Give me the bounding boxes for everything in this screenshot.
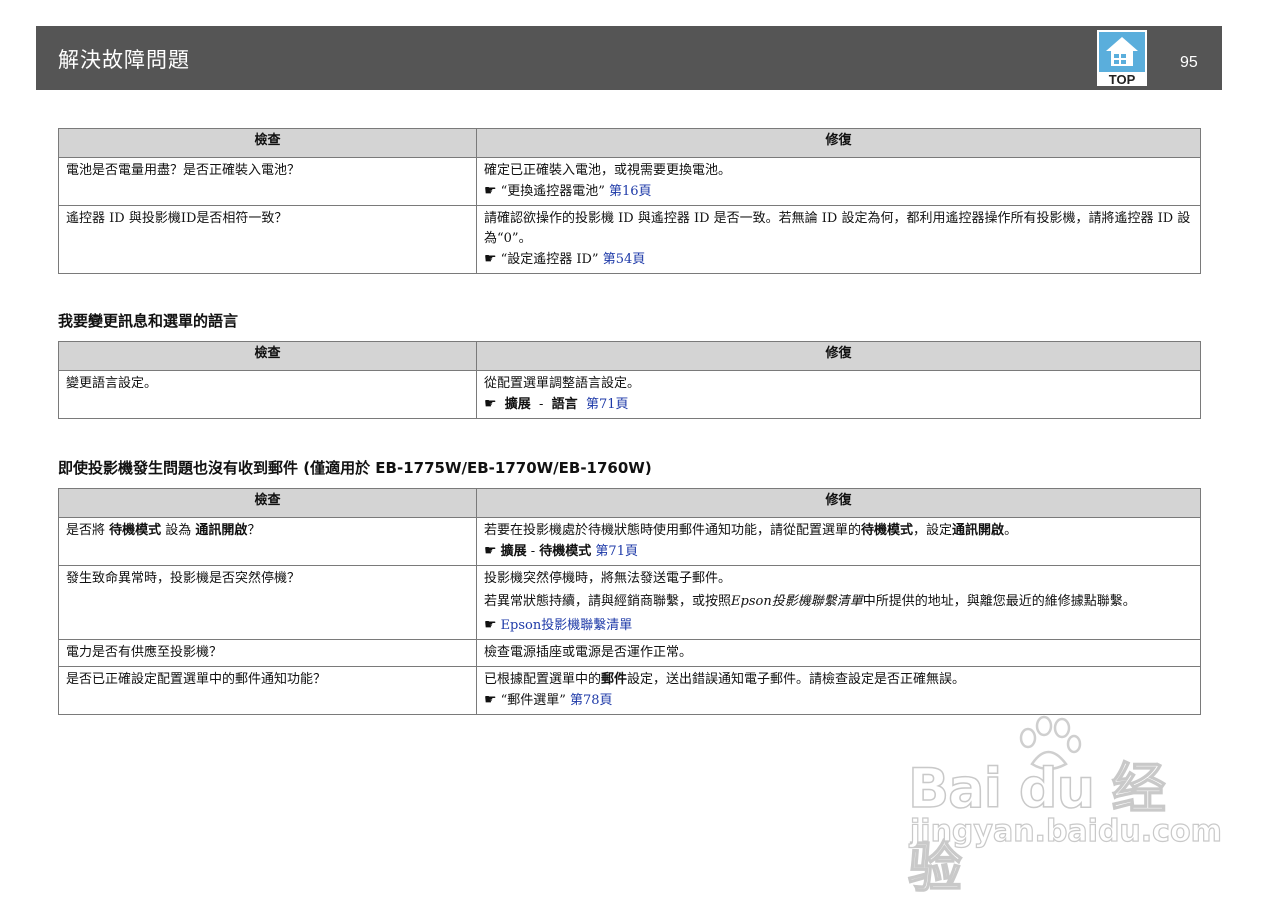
check-cell: 電力是否有供應至投影機？ [58,639,477,667]
troubleshoot-table-remote: 檢查 修復 電池是否電量用盡？是否正確裝入電池？ 確定已正確裝入電池，或視需要更… [58,128,1201,274]
fix-cell: 請確認欲操作的投影機 ID 與遙控器 ID 是否一致。若無論 ID 設定為何，都… [476,205,1201,274]
column-header-fix: 修復 [476,128,1201,158]
table-row: 是否將 待機模式 設為 通訊開啟？ 若要在投影機處於待機狀態時使用郵件通知功能，… [58,517,1201,566]
fix-cell: 確定已正確裝入電池，或視需要更換電池。 ☛ “更換遙控器電池” 第16頁 [476,157,1201,206]
fix-text-part: 設定，送出錯誤通知電子郵件。請檢查設定是否正確無誤。 [627,672,966,687]
troubleshoot-table-mail: 檢查 修復 是否將 待機模式 設為 通訊開啟？ 若要在投影機處於待機狀態時使用郵… [58,488,1201,715]
menu-name: 擴展 [500,544,527,559]
table-row: 是否已正確設定配置選單中的郵件通知功能？ 已根據配置選單中的郵件設定，送出錯誤通… [58,666,1201,715]
fix-text-part: 。 [1004,523,1018,538]
reference-line: ☛ 擴展 - 待機模式 第71頁 [484,541,1193,562]
page-link[interactable]: 第54頁 [603,252,646,267]
menu-name: 語言 [551,397,578,412]
column-header-check: 檢查 [58,341,477,371]
page-link[interactable]: 第16頁 [609,184,652,199]
page-number: 95 [1180,54,1198,71]
fix-text-part: 中所提供的地址，與離您最近的維修據點聯繫。 [862,594,1136,609]
section-title-language: 我要變更訊息和選單的語言 [58,312,239,330]
reference-line: ☛ “郵件選單” 第78頁 [484,690,1193,711]
menu-separator: - [538,397,544,412]
fix-text: 若異常狀態持續，請與經銷商聯繫，或按照Epson投影機聯繫清單中所提供的地址，與… [484,592,1193,612]
page-title: 解決故障問題 [58,48,190,72]
reference-quote: “郵件選單” [500,693,566,708]
reference-quote: “設定遙控器 ID” [500,252,599,267]
watermark-url: jingyan.baidu.com [909,813,1222,849]
menu-name: 通訊開啟 [952,523,1005,538]
fix-text-part: 若異常狀態持續，請與經銷商聯繫，或按照 [484,594,732,609]
menu-name: 通訊開啟 [195,523,248,538]
menu-name: 待機模式 [109,523,162,538]
page-header: 解決故障問題 TOP 95 [36,26,1222,90]
check-text: 設為 [161,523,196,538]
column-header-check: 檢查 [58,128,477,158]
fix-text: 投影機突然停機時，將無法發送電子郵件。 [484,571,732,586]
table-row: 遙控器 ID 與投影機ID是否相符一致？ 請確認欲操作的投影機 ID 與遙控器 … [58,205,1201,274]
check-text: ？ [247,523,261,538]
pointing-hand-icon: ☛ [484,617,497,633]
check-cell: 變更語言設定。 [58,370,477,419]
check-cell: 遙控器 ID 與投影機ID是否相符一致？ [58,205,477,274]
reference-quote: “更換遙控器電池” [500,184,605,199]
document-title: Epson投影機聯繫清單 [731,594,863,609]
menu-name: 待機模式 [539,544,592,559]
menu-name: 待機模式 [861,523,914,538]
reference-line: ☛ “設定遙控器 ID” 第54頁 [484,249,1193,270]
table-row: 電池是否電量用盡？是否正確裝入電池？ 確定已正確裝入電池，或視需要更換電池。 ☛… [58,157,1201,206]
fix-text: 確定已正確裝入電池，或視需要更換電池。 [484,163,732,178]
fix-text: 從配置選單調整語言設定。 [484,376,641,391]
top-label: TOP [1109,72,1136,86]
document-link[interactable]: Epson投影機聯繫清單 [501,618,633,633]
reference-line: ☛ 擴展 - 語言 第71頁 [484,394,1193,415]
fix-text: 若要在投影機處於待機狀態時使用郵件通知功能，請從配置選單的待機模式，設定通訊開啟… [484,521,1193,541]
fix-cell: 檢查電源插座或電源是否運作正常。 [476,639,1201,667]
column-header-check: 檢查 [58,488,477,518]
page-link[interactable]: 第71頁 [595,544,638,559]
reference-line: ☛ Epson投影機聯繫清單 [484,615,1193,636]
table-row: 電力是否有供應至投影機？ 檢查電源插座或電源是否運作正常。 [58,639,1201,667]
pointing-hand-icon: ☛ [484,543,497,559]
table-row: 變更語言設定。 從配置選單調整語言設定。 ☛ 擴展 - 語言 第71頁 [58,370,1201,419]
pointing-hand-icon: ☛ [484,183,497,199]
column-header-fix: 修復 [476,488,1201,518]
baidu-watermark: Bai du 经验 jingyan.baidu.com [907,714,1222,900]
fix-cell: 已根據配置選單中的郵件設定，送出錯誤通知電子郵件。請檢查設定是否正確無誤。 ☛ “… [476,666,1201,715]
fix-text-part: 若要在投影機處於待機狀態時使用郵件通知功能，請從配置選單的 [484,523,862,538]
fix-cell: 投影機突然停機時，將無法發送電子郵件。 若異常狀態持續，請與經銷商聯繫，或按照E… [476,565,1201,640]
check-cell: 發生致命異常時，投影機是否突然停機？ [58,565,477,640]
troubleshoot-table-language: 檢查 修復 變更語言設定。 從配置選單調整語言設定。 ☛ 擴展 - 語言 第71… [58,341,1201,419]
fix-text: 已根據配置選單中的郵件設定，送出錯誤通知電子郵件。請檢查設定是否正確無誤。 [484,670,1193,690]
table-row: 發生致命異常時，投影機是否突然停機？ 投影機突然停機時，將無法發送電子郵件。 若… [58,565,1201,640]
fix-text-part: ，設定 [913,523,953,538]
fix-text-part: 已根據配置選單中的 [484,672,602,687]
fix-cell: 從配置選單調整語言設定。 ☛ 擴展 - 語言 第71頁 [476,370,1201,419]
section-title-mail: 即使投影機發生問題也沒有收到郵件 (僅適用於 EB-1775W/EB-1770W… [58,459,652,477]
page-link[interactable]: 第71頁 [586,397,629,412]
menu-separator: - [530,544,536,559]
fix-text: 請確認欲操作的投影機 ID 與遙控器 ID 是否一致。若無論 ID 設定為何，都… [484,211,1191,246]
pointing-hand-icon: ☛ [484,251,497,267]
check-text: 是否將 [66,523,110,538]
fix-cell: 若要在投影機處於待機狀態時使用郵件通知功能，請從配置選單的待機模式，設定通訊開啟… [476,517,1201,566]
check-cell: 是否已正確設定配置選單中的郵件通知功能？ [58,666,477,715]
check-cell: 是否將 待機模式 設為 通訊開啟？ [58,517,477,566]
pointing-hand-icon: ☛ [484,396,497,412]
check-cell: 電池是否電量用盡？是否正確裝入電池？ [58,157,477,206]
menu-name: 郵件 [601,672,628,687]
pointing-hand-icon: ☛ [484,692,497,708]
page-link[interactable]: 第78頁 [570,693,613,708]
reference-line: ☛ “更換遙控器電池” 第16頁 [484,181,1193,202]
top-home-icon[interactable]: TOP [1097,30,1147,86]
menu-name: 擴展 [504,397,531,412]
column-header-fix: 修復 [476,341,1201,371]
